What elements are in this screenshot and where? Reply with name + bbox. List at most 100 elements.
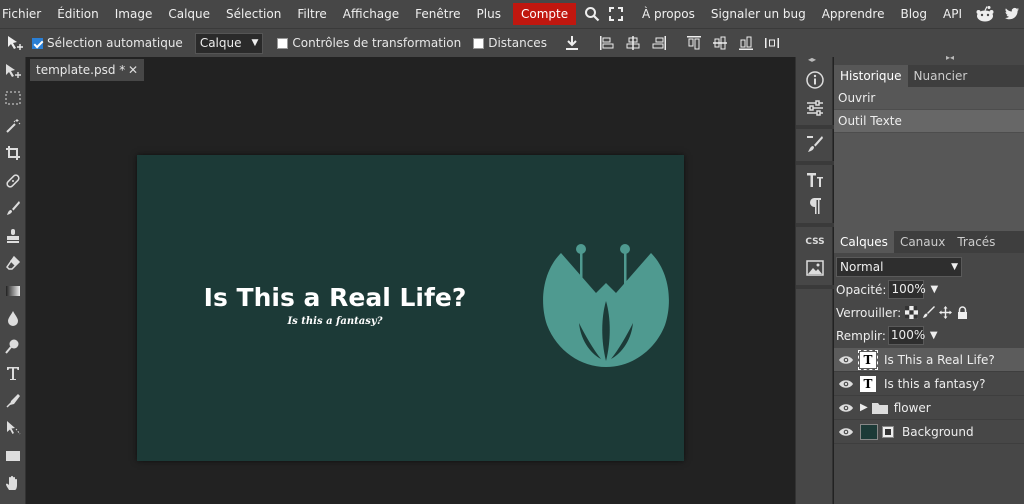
align-right-icon[interactable] (651, 35, 667, 51)
menu-calque[interactable]: Calque (160, 0, 218, 28)
menu-report-bug[interactable]: Signaler un bug (703, 0, 814, 28)
align-center-v-icon[interactable] (712, 35, 728, 51)
brush-settings-icon[interactable] (800, 131, 830, 157)
crop-tool[interactable] (0, 140, 26, 168)
auto-select-label: Sélection automatique (47, 36, 183, 50)
eraser-tool[interactable] (0, 250, 26, 278)
fill-input[interactable]: 100% (887, 326, 925, 345)
shape-tool[interactable] (0, 442, 26, 470)
align-top-icon[interactable] (686, 35, 702, 51)
fullscreen-icon[interactable] (604, 0, 628, 28)
layer-row[interactable]: Background (834, 420, 1024, 444)
menu-fenetre[interactable]: Fenêtre (407, 0, 468, 28)
info-icon[interactable] (800, 67, 830, 93)
menu-about[interactable]: À propos (634, 0, 703, 28)
css-icon[interactable]: CSS (800, 229, 830, 255)
lock-move-icon[interactable] (939, 306, 953, 319)
options-bar: Sélection automatique Calque ▼ Contrôles… (0, 28, 1024, 57)
transform-controls-checkbox[interactable] (277, 37, 289, 49)
lock-all-icon[interactable] (956, 306, 969, 319)
document-tab[interactable]: template.psd * ✕ (30, 59, 144, 81)
menu-plus[interactable]: Plus (469, 0, 509, 28)
menu-api[interactable]: API (935, 0, 970, 28)
align-bottom-icon[interactable] (738, 35, 754, 51)
blur-tool[interactable] (0, 305, 26, 333)
lock-transparency-icon[interactable] (905, 306, 919, 319)
blend-mode-dropdown[interactable]: Normal ▼ (836, 256, 962, 277)
menu-learn[interactable]: Apprendre (814, 0, 893, 28)
distances-label: Distances (488, 36, 547, 50)
dodge-tool[interactable] (0, 332, 26, 360)
tab-layers[interactable]: Calques (834, 231, 894, 253)
menu-edition[interactable]: Édition (49, 0, 107, 28)
fill-dropdown-icon[interactable]: ▼ (930, 330, 938, 341)
menu-blog[interactable]: Blog (892, 0, 935, 28)
gradient-tool[interactable] (0, 277, 26, 305)
hand-tool[interactable] (0, 470, 26, 498)
expand-arrow-icon[interactable]: ▶ (860, 402, 868, 413)
eye-icon[interactable] (838, 355, 854, 365)
distances-checkbox[interactable] (473, 37, 485, 49)
chevron-down-icon: ▼ (251, 38, 259, 48)
history-item[interactable]: Outil Texte (834, 110, 1024, 133)
transform-controls-toggle[interactable]: Contrôles de transformation (277, 36, 461, 50)
collapse-arrows-icon[interactable]: ◂▸ (808, 55, 816, 64)
tools-panel (0, 57, 26, 504)
distribute-icon[interactable] (764, 35, 780, 51)
auto-select-target-dropdown[interactable]: Calque ▼ (194, 32, 264, 54)
document-area: template.psd * ✕ Is This a Real Life? Is… (27, 57, 795, 504)
distances-toggle[interactable]: Distances (473, 36, 547, 50)
account-button[interactable]: Compte (512, 3, 577, 25)
tab-swatches[interactable]: Nuancier (908, 65, 974, 87)
auto-select-toggle[interactable]: Sélection automatique (32, 36, 183, 50)
healing-tool[interactable] (0, 167, 26, 195)
lock-brush-icon[interactable] (922, 306, 936, 319)
layer-row[interactable]: T Is This a Real Life? (834, 348, 1024, 372)
eye-icon[interactable] (838, 379, 854, 389)
fill-row: Remplir: 100% ▼ (834, 324, 1024, 347)
opacity-dropdown-icon[interactable]: ▼ (930, 284, 938, 295)
menu-affichage[interactable]: Affichage (335, 0, 407, 28)
auto-select-checkbox[interactable] (32, 37, 43, 49)
layer-row[interactable]: ▶ flower (834, 396, 1024, 420)
search-icon[interactable] (580, 0, 604, 28)
menu-image[interactable]: Image (107, 0, 161, 28)
eye-icon[interactable] (838, 427, 854, 437)
magic-wand-tool[interactable] (0, 112, 26, 140)
canvas-title-text[interactable]: Is This a Real Life? (195, 283, 475, 312)
tab-history[interactable]: Historique (834, 65, 908, 87)
marquee-tool[interactable] (0, 85, 26, 113)
eye-icon[interactable] (838, 403, 854, 413)
opacity-input[interactable]: 100% (888, 280, 926, 299)
path-select-tool[interactable] (0, 415, 26, 443)
blend-mode-value: Normal (840, 259, 884, 274)
twitter-icon[interactable] (1000, 0, 1024, 28)
canvas-subtitle-text[interactable]: Is this a fantasy? (195, 316, 475, 327)
menu-selection[interactable]: Sélection (218, 0, 289, 28)
tab-paths[interactable]: Tracés (951, 231, 1001, 253)
document-canvas[interactable]: Is This a Real Life? Is this a fantasy? (137, 155, 684, 461)
collapse-panels-icon[interactable]: ▸◂ (946, 53, 954, 62)
image-icon[interactable] (800, 255, 830, 281)
brush-tool[interactable] (0, 195, 26, 223)
close-icon[interactable]: ✕ (128, 63, 138, 77)
stamp-tool[interactable] (0, 222, 26, 250)
history-item[interactable]: Ouvrir (834, 87, 1024, 110)
pen-tool[interactable] (0, 387, 26, 415)
reddit-icon[interactable] (970, 0, 1000, 28)
character-icon[interactable] (800, 167, 830, 193)
menu-fichier[interactable]: Fichier (0, 0, 49, 28)
move-tool-icon[interactable] (0, 35, 30, 51)
layer-row[interactable]: T Is this a fantasy? (834, 372, 1024, 396)
layer-name: Background (902, 424, 974, 439)
move-tool[interactable] (0, 57, 26, 85)
adjustments-icon[interactable] (800, 95, 830, 121)
paragraph-icon[interactable] (800, 193, 830, 219)
flower-graphic[interactable] (541, 243, 671, 369)
tab-channels[interactable]: Canaux (894, 231, 951, 253)
align-left-icon[interactable] (599, 35, 615, 51)
download-icon[interactable] (564, 35, 580, 51)
align-center-h-icon[interactable] (625, 35, 641, 51)
menu-filtre[interactable]: Filtre (289, 0, 334, 28)
text-tool[interactable] (0, 360, 26, 388)
